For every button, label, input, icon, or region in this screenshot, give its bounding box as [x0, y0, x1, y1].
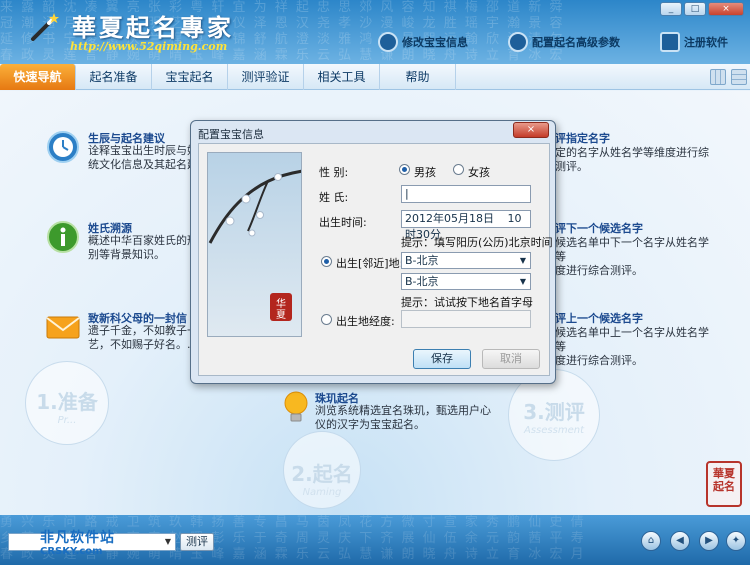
feature-assess-prev-desc-line1: 候选名单中上一个名字从姓名学等: [555, 326, 709, 353]
edit-baby-info-label: 修改宝宝信息: [402, 36, 468, 49]
birthplace-label: 出生[邻近]地:: [336, 257, 404, 270]
image-seal-caption: 华夏: [276, 299, 286, 321]
magic-wand-icon: [31, 13, 59, 41]
cancel-button[interactable]: 取消: [482, 349, 540, 369]
feature-assess-prev[interactable]: 评上一个候选名字 候选名单中上一个名字从姓名学等 度进行综合测评。: [555, 310, 710, 368]
feature-pearl-naming-desc-line1: 浏览系统精选宜名珠玑，甄选用户心: [315, 404, 491, 417]
advanced-settings-label: 配置起名高级参数: [532, 36, 620, 49]
longitude-input[interactable]: [401, 310, 531, 328]
feature-assess-prev-desc: 候选名单中上一个名字从姓名学等 度进行综合测评。: [555, 326, 710, 368]
grid-view-icon[interactable]: [710, 69, 726, 85]
chevron-down-icon: ▼: [164, 537, 172, 546]
close-button[interactable]: ×: [708, 2, 744, 16]
tab-help[interactable]: 帮助: [380, 64, 456, 90]
clock-icon: [47, 131, 79, 163]
forward-icon[interactable]: ▶: [699, 531, 719, 551]
feature-assess-next[interactable]: 评下一个候选名字 候选名单中下一个名字从姓名学等 度进行综合测评。: [555, 220, 710, 278]
register-label: 注册软件: [684, 36, 728, 49]
register-link[interactable]: 注册软件: [660, 32, 728, 52]
longitude-radio[interactable]: [321, 314, 332, 325]
feature-assess-specified[interactable]: 评指定名字 定的名字从姓名学等维度进行综 测评。: [555, 130, 710, 174]
minimize-button[interactable]: _: [660, 2, 682, 16]
step-prepare-label: 1.准备: [36, 390, 98, 414]
birth-time-hint: 提示：填写阳历(公历)北京时间: [401, 236, 553, 249]
dialog-body: 华夏 性 别: 男孩 女孩 姓 氏: | 出生时间: 2012年05月18日 1…: [198, 143, 553, 376]
longitude-label: 出生地经度:: [336, 315, 395, 328]
feature-assess-next-desc-line2: 度进行综合测评。: [555, 264, 643, 277]
feature-assess-specified-desc: 定的名字从姓名学等维度进行综 测评。: [555, 146, 710, 174]
back-icon[interactable]: ◀: [670, 531, 690, 551]
tab-prepare[interactable]: 起名准备: [76, 64, 152, 90]
dialog-close-button[interactable]: ×: [513, 122, 549, 138]
app-title: 華夏起名專家: [72, 13, 234, 42]
feature-assess-next-desc-line1: 候选名单中下一个名字从姓名学等: [555, 236, 709, 263]
chevron-down-icon: ▼: [519, 256, 526, 265]
feature-pearl-naming-desc: 浏览系统精选宜名珠玑，甄选用户心 仪的汉字为宝宝起名。: [315, 404, 495, 432]
gender-label: 性 别:: [319, 166, 349, 179]
tab-tools[interactable]: 相关工具: [304, 64, 380, 90]
gender-girl-radio[interactable]: [453, 164, 464, 175]
step-prepare-sub: Pr...: [57, 415, 77, 426]
watermark-text: 非凡软件站: [40, 530, 115, 546]
feature-assess-specified-desc-line1: 定的名字从姓名学等维度进行综: [555, 146, 709, 159]
feature-assess-prev-desc-line2: 度进行综合测评。: [555, 354, 643, 367]
plum-blossom-image: 华夏: [207, 152, 302, 337]
key-icon: [660, 32, 680, 52]
advanced-settings-link[interactable]: 配置起名高级参数: [508, 32, 620, 52]
feature-assess-next-title: 评下一个候选名字: [555, 222, 643, 235]
window-controls: _ □ ×: [660, 2, 744, 16]
birth-datetime-input[interactable]: 2012年05月18日 10时30分: [401, 210, 531, 241]
maximize-button[interactable]: □: [684, 2, 706, 16]
compass-icon[interactable]: ✦: [726, 531, 746, 551]
birthplace-hint: 提示：试试按下地名首字母: [401, 296, 533, 309]
app-header: 来 露 韶 沈 凑 翼 亮 张 彩 粤 轩 宜 为 祥 起 忠 思 郊 风 容 …: [0, 0, 750, 64]
feature-assess-prev-title: 评上一个候选名字: [555, 312, 643, 325]
step-naming-label: 2.起名: [291, 462, 353, 486]
step-assessment-label: 3.测评: [523, 400, 585, 424]
main-nav: 快速导航 起名准备 宝宝起名 测评验证 相关工具 帮助: [0, 64, 750, 90]
brand-seal: 華夏起名: [706, 461, 742, 507]
birthplace-radio[interactable]: [321, 256, 332, 267]
bottom-bar: 勇 兴 乐 问 路 戒 卫 筑 玖 韩 扬 善 专 昌 马 茵 凤 花 方 微 …: [0, 515, 750, 565]
gender-boy-radio[interactable]: [399, 164, 410, 175]
envelope-icon: [46, 316, 80, 339]
baby-info-dialog: 配置宝宝信息 × 华夏 性 别: 男孩 女孩 姓 氏: | 出生时间: 2012…: [190, 120, 556, 384]
watermark-en: CRSKY.com: [40, 546, 103, 557]
birth-date-value[interactable]: 2012年05月18日: [405, 212, 494, 225]
list-view-icon[interactable]: [731, 69, 747, 85]
province-select[interactable]: B-北京 ▼: [401, 252, 531, 269]
feature-assess-specified-desc-line2: 测评。: [555, 160, 588, 173]
app-url: http://www.52qiming.com: [70, 40, 228, 53]
tab-naming[interactable]: 宝宝起名: [152, 64, 228, 90]
gear-icon: [508, 32, 528, 52]
gender-boy-label: 男孩: [414, 166, 436, 179]
feature-assess-next-desc: 候选名单中下一个名字从姓名学等 度进行综合测评。: [555, 236, 710, 278]
step-naming-sub: Naming: [302, 487, 342, 498]
step-assessment-sub: Assessment: [524, 425, 584, 436]
lightbulb-icon: [284, 391, 308, 422]
assess-button[interactable]: 测评: [180, 533, 214, 551]
info-icon: [47, 221, 79, 253]
tab-assessment[interactable]: 测评验证: [228, 64, 304, 90]
dialog-title: 配置宝宝信息: [198, 128, 264, 141]
tab-quick-nav[interactable]: 快速导航: [0, 64, 76, 90]
baby-info-icon: [378, 32, 398, 52]
chevron-down-icon: ▼: [519, 277, 526, 286]
birth-time-label: 出生时间:: [319, 216, 367, 229]
city-select[interactable]: B-北京 ▼: [401, 273, 531, 290]
edit-baby-info-link[interactable]: 修改宝宝信息: [378, 32, 468, 52]
feature-assess-specified-title: 评指定名字: [555, 132, 610, 145]
feature-pearl-naming-desc-line2: 仪的汉字为宝宝起名。: [315, 418, 425, 431]
province-select-value: B-北京: [405, 254, 439, 267]
step-naming[interactable]: 2.起名 Naming: [283, 431, 361, 509]
step-prepare[interactable]: 1.准备 Pr...: [25, 361, 109, 445]
save-button[interactable]: 保存: [413, 349, 471, 369]
city-select-value: B-北京: [405, 275, 439, 288]
feature-pearl-naming[interactable]: 珠玑起名 浏览系统精选宜名珠玑，甄选用户心 仪的汉字为宝宝起名。: [279, 390, 495, 432]
home-icon[interactable]: ⌂: [641, 531, 661, 551]
surname-input[interactable]: |: [401, 185, 531, 203]
gender-girl-label: 女孩: [468, 166, 490, 179]
surname-label: 姓 氏:: [319, 191, 349, 204]
